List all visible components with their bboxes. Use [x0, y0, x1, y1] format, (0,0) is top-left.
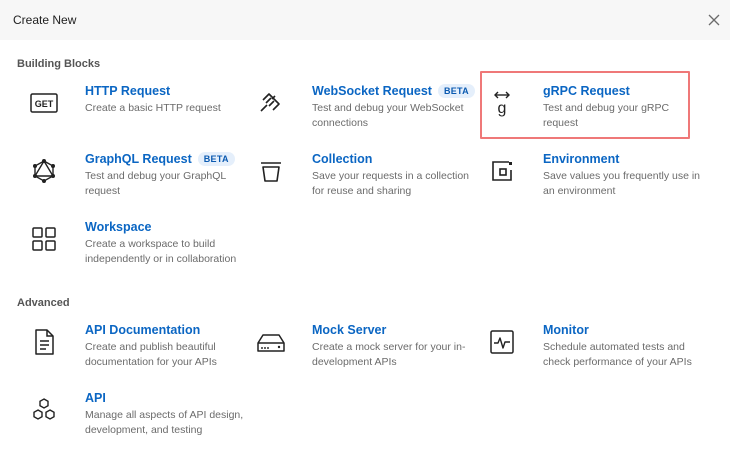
beta-badge: BETA [437, 84, 475, 98]
tile-api-documentation[interactable]: API Documentation Create and publish bea… [27, 323, 241, 385]
tile-title-text: WebSocket Request [312, 84, 432, 98]
tile-title: Environment [543, 152, 620, 166]
tile-title: Collection [312, 152, 373, 166]
tile-collection[interactable]: Collection Save your requests in a colle… [254, 152, 469, 214]
close-icon [708, 14, 720, 26]
websocket-icon [254, 86, 288, 120]
tile-title: Workspace [85, 220, 152, 234]
graphql-icon [27, 154, 61, 188]
dialog-title: Create New [13, 13, 77, 27]
tile-graphql-request[interactable]: GraphQL Request BETA Test and debug your… [27, 152, 241, 214]
tile-grpc-request[interactable]: g gRPC Request Test and debug your gRPC … [485, 84, 699, 146]
tile-description: Test and debug your gRPC request [543, 102, 670, 129]
close-button[interactable] [704, 10, 724, 30]
tile-title-text: GraphQL Request [85, 152, 192, 166]
tile-title: GraphQL Request BETA [85, 152, 235, 166]
tile-title: HTTP Request [85, 84, 171, 98]
document-icon [27, 325, 61, 359]
tile-title: Monitor [543, 323, 589, 337]
tile-websocket-request[interactable]: WebSocket Request BETA Test and debug yo… [254, 84, 475, 146]
grpc-icon: g [485, 86, 519, 120]
tile-description: Test and debug your WebSocket connection… [312, 102, 464, 129]
create-new-dialog: Create New Building Blocks GET HTTP Requ… [0, 0, 730, 448]
tile-description: Create a workspace to build independentl… [85, 238, 237, 265]
svg-text:GET: GET [35, 99, 54, 109]
monitor-icon [485, 325, 519, 359]
tile-mock-server[interactable]: Mock Server Create a mock server for you… [254, 323, 468, 385]
svg-text:g: g [498, 100, 507, 117]
tile-description: Manage all aspects of API design, develo… [85, 409, 244, 436]
tile-title: API Documentation [85, 323, 201, 337]
tile-description: Save your requests in a collection for r… [312, 170, 470, 197]
tile-api[interactable]: API Manage all aspects of API design, de… [27, 391, 243, 453]
section-advanced: Advanced [17, 297, 70, 309]
server-icon [254, 325, 288, 359]
tile-environment[interactable]: Environment Save values you frequently u… [485, 152, 700, 214]
environment-icon [485, 154, 519, 188]
tile-description: Create and publish beautiful documentati… [85, 341, 217, 368]
dialog-header: Create New [0, 0, 730, 40]
section-building-blocks: Building Blocks [17, 58, 101, 70]
tile-title: WebSocket Request BETA [312, 84, 475, 98]
tile-monitor[interactable]: Monitor Schedule automated tests and che… [485, 323, 699, 385]
beta-badge: BETA [197, 152, 235, 166]
tile-description: Save values you frequently use in an env… [543, 170, 701, 197]
tile-title: gRPC Request [543, 84, 630, 98]
tile-description: Create a mock server for your in-develop… [312, 341, 466, 368]
tile-http-request[interactable]: GET HTTP Request Create a basic HTTP req… [27, 84, 241, 146]
tile-title: API [85, 391, 106, 405]
tile-description: Test and debug your GraphQL request [85, 170, 226, 197]
api-icon [27, 393, 61, 427]
get-icon: GET [27, 86, 61, 120]
workspace-icon [27, 222, 61, 256]
tile-title: Mock Server [312, 323, 387, 337]
collection-icon [254, 154, 288, 188]
tile-workspace[interactable]: Workspace Create a workspace to build in… [27, 220, 241, 282]
tile-description: Create a basic HTTP request [85, 102, 221, 114]
tile-description: Schedule automated tests and check perfo… [543, 341, 692, 368]
